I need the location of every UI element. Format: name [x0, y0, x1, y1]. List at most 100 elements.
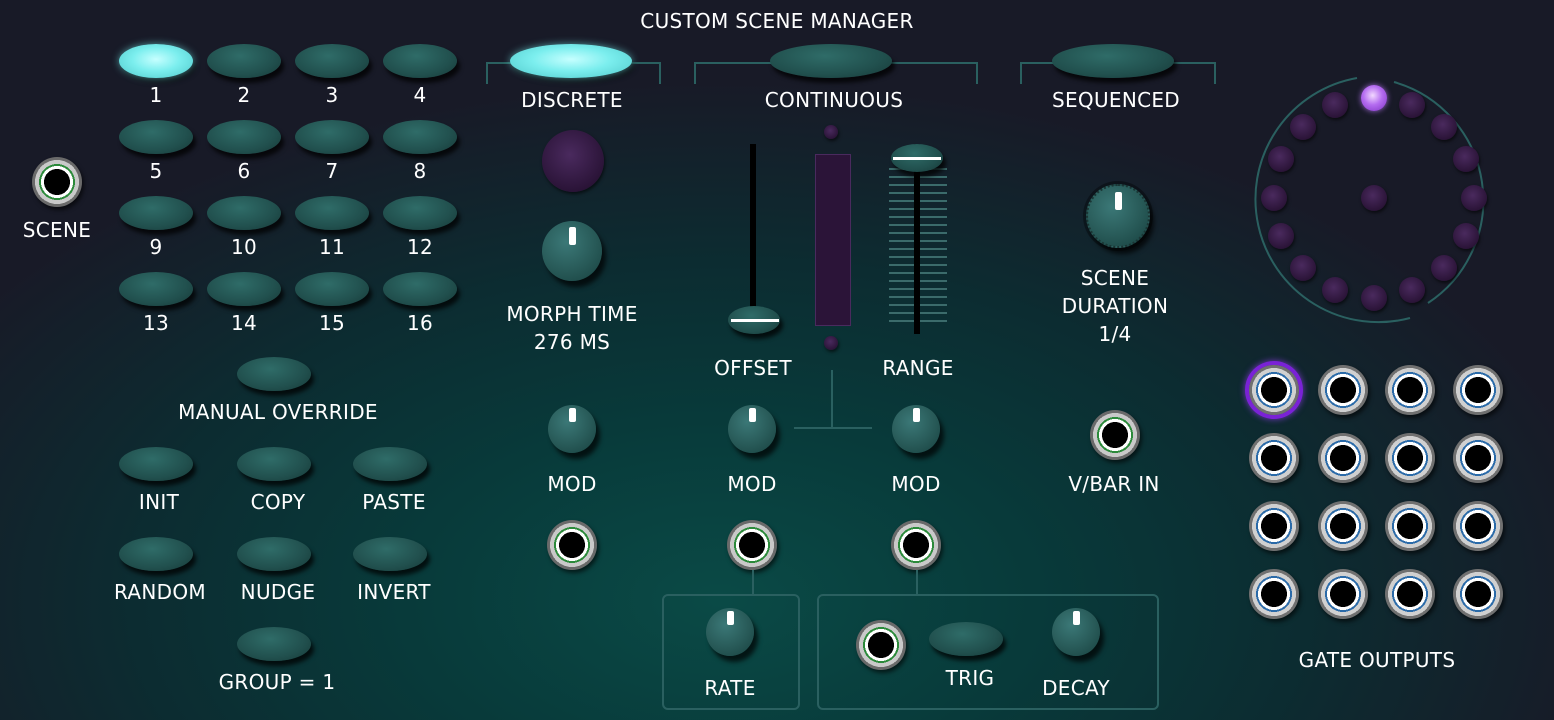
offset-mod-knob[interactable] — [728, 405, 776, 453]
offset-label: OFFSET — [714, 356, 792, 380]
scene-button-6[interactable] — [207, 120, 281, 154]
scene-button-label: 10 — [230, 235, 258, 259]
morph-time-label: MORPH TIME — [506, 302, 638, 326]
gate-output-jack-6[interactable] — [1318, 433, 1368, 483]
scene-light-8 — [1399, 277, 1425, 303]
scene-light-7 — [1431, 255, 1457, 281]
scene-manager-panel: { "title": "CUSTOM SCENE MANAGER", "scen… — [0, 0, 1554, 720]
knob-indicator — [1114, 192, 1122, 210]
knob-indicator — [748, 408, 756, 422]
range-handle-mark — [893, 157, 941, 160]
morph-mod-label: MOD — [547, 472, 597, 496]
range-mod-jack[interactable] — [891, 520, 941, 570]
offset-mod-jack[interactable] — [727, 520, 777, 570]
manual-override-button[interactable] — [237, 357, 311, 391]
copy-button[interactable] — [237, 447, 311, 481]
gate-output-jack-8[interactable] — [1453, 433, 1503, 483]
morph-time-knob[interactable] — [542, 221, 602, 281]
scene-light-1 — [1361, 85, 1387, 111]
init-button[interactable] — [119, 447, 193, 481]
scene-button-label: 4 — [413, 83, 427, 107]
connector-line — [916, 570, 918, 594]
scene-button-label: 13 — [142, 311, 170, 335]
scene-light-6 — [1453, 223, 1479, 249]
random-label: RANDOM — [114, 580, 206, 604]
decay-label: DECAY — [1042, 676, 1110, 700]
gate-output-jack-14[interactable] — [1318, 569, 1368, 619]
paste-button[interactable] — [353, 447, 427, 481]
scene-button-12[interactable] — [383, 196, 457, 230]
scene-button-14[interactable] — [207, 272, 281, 306]
scene-button-label: 8 — [413, 159, 427, 183]
knob-indicator — [1072, 611, 1080, 625]
gate-output-jack-11[interactable] — [1385, 501, 1435, 551]
gate-output-jack-13[interactable] — [1249, 569, 1299, 619]
sequenced-mode-button[interactable] — [1052, 44, 1174, 78]
knob-indicator — [726, 611, 734, 625]
offset-slider-track[interactable] — [750, 144, 756, 328]
gate-output-jack-10[interactable] — [1318, 501, 1368, 551]
scene-button-11[interactable] — [295, 196, 369, 230]
gate-output-jack-4[interactable] — [1453, 365, 1503, 415]
scene-button-5[interactable] — [119, 120, 193, 154]
group-label: GROUP = 1 — [218, 670, 336, 694]
scene-button-1[interactable] — [119, 44, 193, 78]
scene-button-3[interactable] — [295, 44, 369, 78]
decay-knob[interactable] — [1052, 608, 1100, 656]
gate-output-jack-2[interactable] — [1318, 365, 1368, 415]
invert-button[interactable] — [353, 537, 427, 571]
random-button[interactable] — [119, 537, 193, 571]
rate-knob[interactable] — [706, 608, 754, 656]
gate-output-jack-15[interactable] — [1385, 569, 1435, 619]
gate-output-jack-16[interactable] — [1453, 569, 1503, 619]
nudge-button[interactable] — [237, 537, 311, 571]
scene-input-jack[interactable] — [32, 157, 82, 207]
continuous-mode-button[interactable] — [770, 44, 892, 78]
scene-button-label: 11 — [318, 235, 346, 259]
scene-light-11 — [1290, 255, 1316, 281]
scene-button-label: 5 — [149, 159, 163, 183]
scene-button-7[interactable] — [295, 120, 369, 154]
scene-duration-knob[interactable] — [1086, 184, 1150, 248]
scene-light-15 — [1290, 114, 1316, 140]
trig-button[interactable] — [929, 622, 1003, 656]
scene-button-16[interactable] — [383, 272, 457, 306]
gate-output-jack-1[interactable] — [1249, 365, 1299, 415]
scene-button-10[interactable] — [207, 196, 281, 230]
panel-title: CUSTOM SCENE MANAGER — [640, 9, 914, 33]
vbar-input-jack[interactable] — [1090, 410, 1140, 460]
scene-light-16 — [1322, 92, 1348, 118]
connector-line — [831, 370, 833, 428]
group-button[interactable] — [237, 627, 311, 661]
trig-input-jack[interactable] — [856, 620, 906, 670]
gate-output-jack-5[interactable] — [1249, 433, 1299, 483]
gate-output-jack-7[interactable] — [1385, 433, 1435, 483]
scene-light-14 — [1268, 146, 1294, 172]
scene-button-9[interactable] — [119, 196, 193, 230]
vbar-input-label: V/BAR IN — [1068, 472, 1160, 496]
range-slider-track[interactable] — [914, 144, 920, 334]
scene-button-15[interactable] — [295, 272, 369, 306]
meter-bottom-light — [824, 336, 838, 350]
nudge-label: NUDGE — [240, 580, 316, 604]
scene-button-label: 6 — [237, 159, 251, 183]
knob-indicator — [912, 408, 920, 422]
knob-indicator — [568, 227, 576, 245]
trig-label: TRIG — [945, 666, 995, 690]
morph-mod-knob[interactable] — [548, 405, 596, 453]
range-mod-knob[interactable] — [892, 405, 940, 453]
discrete-mode-button[interactable] — [510, 44, 632, 78]
gate-output-jack-12[interactable] — [1453, 501, 1503, 551]
scene-button-label: 9 — [149, 235, 163, 259]
scene-button-2[interactable] — [207, 44, 281, 78]
scene-button-8[interactable] — [383, 120, 457, 154]
gate-output-jack-3[interactable] — [1385, 365, 1435, 415]
scene-input-label: SCENE — [22, 218, 92, 242]
scene-button-4[interactable] — [383, 44, 457, 78]
morph-mod-jack[interactable] — [547, 520, 597, 570]
paste-label: PASTE — [362, 490, 426, 514]
scene-button-13[interactable] — [119, 272, 193, 306]
gate-output-jack-9[interactable] — [1249, 501, 1299, 551]
scene-light-5 — [1461, 185, 1487, 211]
scene-light-3 — [1431, 114, 1457, 140]
